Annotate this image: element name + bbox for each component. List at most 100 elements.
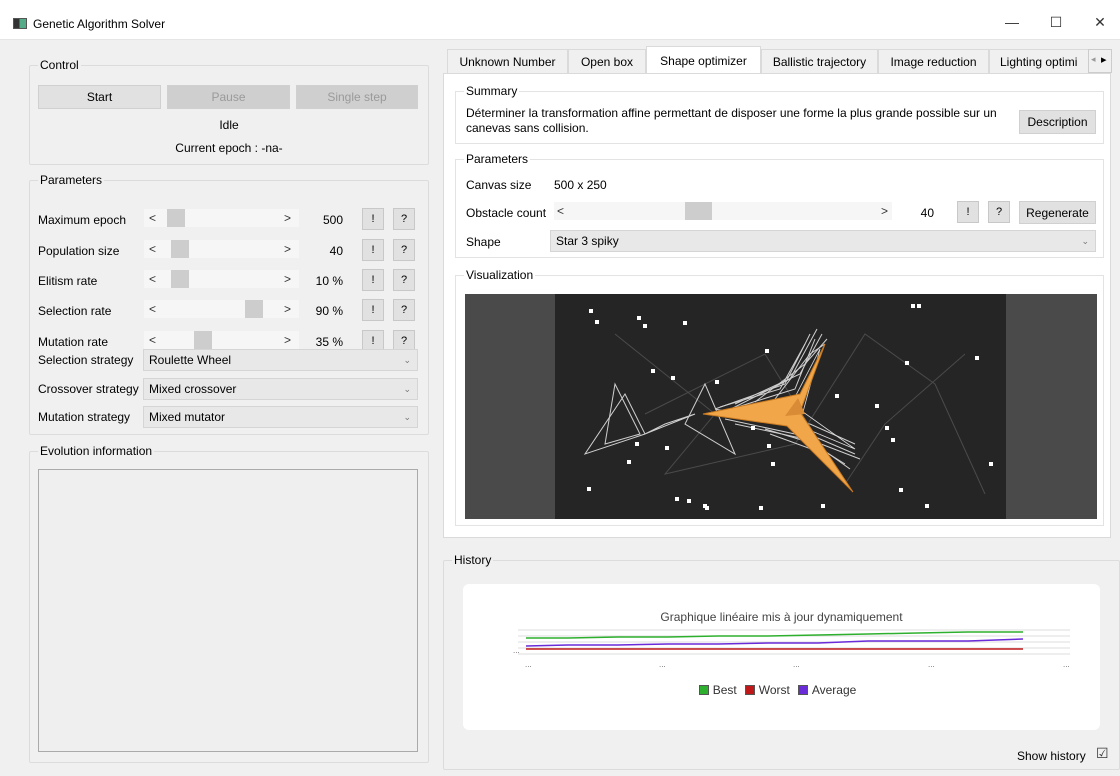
slider-thumb[interactable] bbox=[684, 202, 712, 220]
slider-thumb[interactable] bbox=[194, 331, 213, 349]
chevron-down-icon: ⌄ bbox=[403, 412, 411, 422]
slider-right-arrow[interactable]: > bbox=[284, 333, 291, 347]
legend-item-average: Average bbox=[797, 683, 856, 697]
parameters-title: Parameters bbox=[38, 173, 105, 187]
slider-left-arrow[interactable]: < bbox=[149, 333, 156, 347]
slider-left-arrow[interactable]: < bbox=[149, 242, 156, 256]
param-value: 10 % bbox=[315, 274, 343, 288]
selection-strategy-select[interactable]: Roulette Wheel ⌄ bbox=[143, 349, 418, 371]
param-label: Population size bbox=[38, 244, 120, 258]
chevron-down-icon: ⌄ bbox=[1081, 236, 1089, 246]
obstacle-help-button[interactable]: ? bbox=[988, 201, 1010, 223]
slider-right-arrow[interactable]: > bbox=[284, 302, 291, 316]
pause-button[interactable]: Pause bbox=[167, 85, 290, 109]
tab-scroll-buttons: ◂ ▸ bbox=[1088, 49, 1112, 73]
slider-right-arrow[interactable]: > bbox=[284, 242, 291, 256]
slider-thumb[interactable] bbox=[171, 270, 190, 288]
close-button[interactable]: ✕ bbox=[1090, 12, 1110, 32]
crossover-strategy-select[interactable]: Mixed crossover ⌄ bbox=[143, 378, 418, 400]
tab-ballistic-trajectory[interactable]: Ballistic trajectory bbox=[761, 49, 878, 74]
legend-swatch bbox=[797, 685, 808, 695]
slider-thumb[interactable] bbox=[171, 240, 190, 258]
param-help-button[interactable]: ? bbox=[393, 269, 415, 291]
param-slider[interactable]: < > bbox=[144, 209, 299, 227]
param-label: Elitism rate bbox=[38, 274, 98, 288]
shape-label: Shape bbox=[466, 235, 501, 249]
maximize-button[interactable]: ☐ bbox=[1046, 12, 1066, 32]
slider-right-arrow[interactable]: > bbox=[284, 211, 291, 225]
slider-left-arrow[interactable]: < bbox=[149, 272, 156, 286]
chart-legend: Best Worst Average bbox=[463, 683, 1100, 697]
mutation-strategy-label: Mutation strategy bbox=[38, 410, 131, 424]
slider-thumb[interactable] bbox=[166, 209, 185, 227]
slider-left-arrow[interactable]: < bbox=[149, 302, 156, 316]
tab-scroll-right-icon[interactable]: ▸ bbox=[1101, 53, 1107, 66]
show-history-checkbox[interactable]: ☑ bbox=[1096, 745, 1109, 762]
slider-right-arrow[interactable]: > bbox=[881, 204, 888, 218]
obstacle-count-label: Obstacle count bbox=[466, 206, 547, 220]
chevron-down-icon: ⌄ bbox=[403, 355, 411, 365]
x-tick: ... bbox=[659, 660, 666, 669]
param-info-button[interactable]: ! bbox=[362, 269, 384, 291]
single-step-button[interactable]: Single step bbox=[296, 85, 418, 109]
legend-swatch bbox=[698, 685, 709, 695]
crossover-strategy-label: Crossover strategy bbox=[38, 382, 139, 396]
param-label: Selection rate bbox=[38, 304, 112, 318]
summary-title: Summary bbox=[464, 84, 520, 98]
crossover-strategy-value: Mixed crossover bbox=[149, 382, 237, 396]
param-label: Maximum epoch bbox=[38, 213, 127, 227]
selection-strategy-value: Roulette Wheel bbox=[149, 353, 232, 367]
param-info-button[interactable]: ! bbox=[362, 239, 384, 261]
chart-title: Graphique linéaire mis à jour dynamiquem… bbox=[660, 610, 903, 624]
param-info-button[interactable]: ! bbox=[362, 299, 384, 321]
obstacle-info-button[interactable]: ! bbox=[957, 201, 979, 223]
history-chart: Graphique linéaire mis à jour dynamiquem… bbox=[463, 584, 1100, 730]
tab-image-reduction[interactable]: Image reduction bbox=[878, 49, 989, 74]
x-tick: ... bbox=[928, 660, 935, 669]
chart-plot bbox=[518, 629, 1070, 655]
visualization-title: Visualization bbox=[464, 268, 536, 282]
evolution-title: Evolution information bbox=[38, 444, 155, 458]
slider-thumb[interactable] bbox=[244, 300, 263, 318]
param-value: 40 bbox=[329, 244, 343, 258]
param-help-button[interactable]: ? bbox=[393, 239, 415, 261]
param-info-button[interactable]: ! bbox=[362, 208, 384, 230]
param-value: 35 % bbox=[315, 335, 343, 349]
status-label: Idle bbox=[219, 118, 239, 132]
description-button[interactable]: Description bbox=[1019, 110, 1096, 134]
tab-open-box[interactable]: Open box bbox=[568, 49, 646, 74]
tab-unknown-number[interactable]: Unknown Number bbox=[447, 49, 568, 74]
param-slider[interactable]: < > bbox=[144, 331, 299, 349]
shape-select[interactable]: Star 3 spiky ⌄ bbox=[550, 230, 1096, 252]
x-tick: ... bbox=[525, 660, 532, 669]
title-bar: Genetic Algorithm Solver — ☐ ✕ bbox=[0, 0, 1120, 40]
series-best-line bbox=[526, 631, 1023, 639]
legend-item-best: Best bbox=[698, 683, 737, 697]
obstacle-count-slider[interactable]: < > bbox=[554, 202, 892, 220]
show-history-label: Show history bbox=[1017, 749, 1086, 763]
canvas-size-value: 500 x 250 bbox=[554, 178, 607, 192]
tab-scroll-left-icon[interactable]: ◂ bbox=[1091, 54, 1096, 65]
param-value: 90 % bbox=[315, 304, 343, 318]
param-slider[interactable]: < > bbox=[144, 300, 299, 318]
regenerate-button[interactable]: Regenerate bbox=[1019, 201, 1096, 224]
mutation-strategy-select[interactable]: Mixed mutator ⌄ bbox=[143, 406, 418, 428]
slider-left-arrow[interactable]: < bbox=[557, 204, 564, 218]
param-help-button[interactable]: ? bbox=[393, 299, 415, 321]
visualization-canvas bbox=[465, 294, 1097, 519]
param-slider[interactable]: < > bbox=[144, 240, 299, 258]
slider-right-arrow[interactable]: > bbox=[284, 272, 291, 286]
shape-value: Star 3 spiky bbox=[556, 234, 619, 248]
window-title: Genetic Algorithm Solver bbox=[33, 17, 166, 31]
slider-left-arrow[interactable]: < bbox=[149, 211, 156, 225]
tab-shape-optimizer[interactable]: Shape optimizer bbox=[646, 46, 761, 74]
minimize-button[interactable]: — bbox=[1002, 12, 1022, 32]
tab-lighting-optimi[interactable]: Lighting optimi bbox=[989, 49, 1089, 74]
chart-gridlines bbox=[518, 629, 1070, 655]
start-button[interactable]: Start bbox=[38, 85, 161, 109]
param-slider[interactable]: < > bbox=[144, 270, 299, 288]
param-value: 500 bbox=[322, 213, 343, 227]
param-help-button[interactable]: ? bbox=[393, 208, 415, 230]
control-title: Control bbox=[38, 58, 81, 72]
evolution-info-textbox[interactable] bbox=[38, 469, 418, 752]
